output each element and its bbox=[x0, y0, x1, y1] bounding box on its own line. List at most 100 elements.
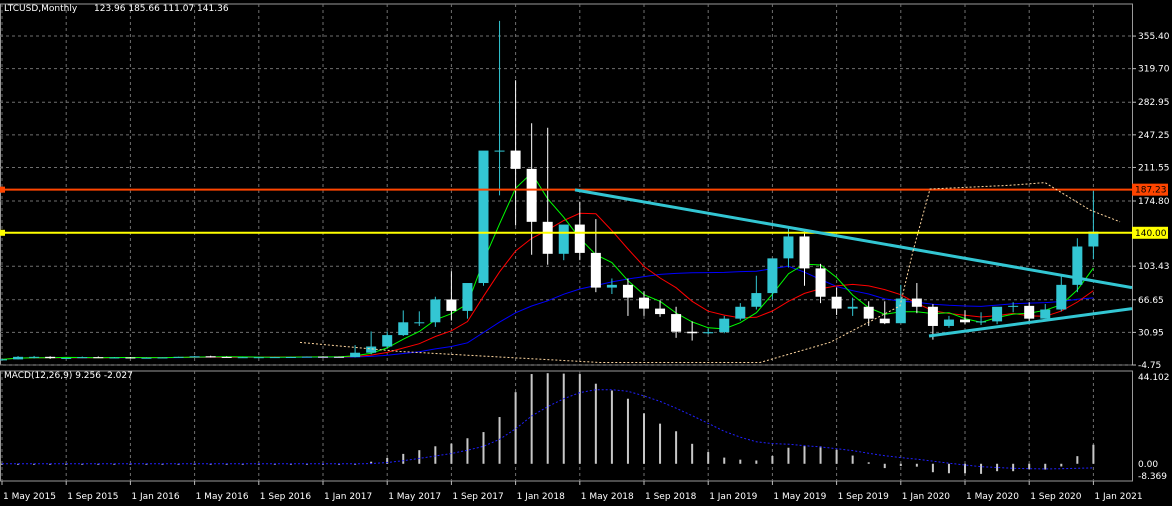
time-axis-label: 1 Jan 2021 bbox=[1094, 492, 1142, 502]
time-axis-label: 1 May 2019 bbox=[773, 492, 826, 502]
candle-body bbox=[590, 252, 601, 288]
candle-body bbox=[847, 306, 858, 309]
candle-body bbox=[831, 296, 842, 309]
trading-chart[interactable]: 187.23 140.00 355.40 319.70 282.95 247.25 211… bbox=[0, 0, 1172, 506]
candle-body bbox=[687, 331, 698, 334]
price-axis-label: 103.43 bbox=[1138, 262, 1170, 272]
candle-body bbox=[703, 332, 714, 334]
candle-body bbox=[655, 308, 666, 315]
macd-axis-label: -8.369 bbox=[1138, 472, 1167, 482]
candle-body bbox=[976, 321, 987, 323]
macd-bar bbox=[883, 463, 886, 469]
candle-body bbox=[927, 306, 938, 326]
macd-bar bbox=[1060, 463, 1063, 467]
candle-body bbox=[446, 299, 457, 311]
time-axis-label: 1 May 2015 bbox=[3, 492, 56, 502]
macd-bar bbox=[707, 452, 710, 464]
candle-body bbox=[992, 306, 1003, 322]
macd-axis-label: 0.00 bbox=[1138, 460, 1158, 470]
time-axis-label: 1 Sep 2017 bbox=[452, 492, 503, 502]
price-marker-label: 187.23 bbox=[1135, 186, 1167, 196]
candle-body bbox=[398, 322, 409, 336]
macd-bar bbox=[626, 398, 629, 464]
macd-bar bbox=[1076, 456, 1079, 464]
candle-body bbox=[237, 357, 248, 359]
candle-body bbox=[334, 356, 345, 358]
candle-body bbox=[13, 356, 24, 360]
chart-background bbox=[0, 0, 1172, 506]
time-axis-label: 1 Jan 2016 bbox=[131, 492, 179, 502]
candle-body bbox=[960, 319, 970, 323]
candle-body bbox=[382, 335, 393, 347]
candle-body bbox=[622, 284, 633, 298]
time-axis-label: 1 May 2018 bbox=[581, 492, 634, 502]
level-handle bbox=[0, 186, 5, 193]
macd-bar bbox=[755, 460, 758, 464]
candle-body bbox=[1040, 309, 1051, 319]
level-handle bbox=[0, 229, 5, 236]
macd-bar bbox=[530, 374, 533, 464]
candle-body bbox=[478, 150, 489, 284]
candle bbox=[478, 150, 489, 286]
candle-body bbox=[77, 357, 88, 359]
macd-bar bbox=[498, 417, 501, 464]
time-axis-label: 1 May 2016 bbox=[196, 492, 249, 502]
macd-bar bbox=[578, 374, 581, 464]
macd-bar bbox=[594, 383, 597, 464]
macd-bar bbox=[562, 373, 565, 464]
macd-bar bbox=[915, 463, 918, 467]
time-axis-label: 1 Sep 2018 bbox=[645, 492, 697, 502]
time-axis-label: 1 Sep 2020 bbox=[1030, 492, 1082, 502]
candle-body bbox=[911, 298, 922, 307]
candle-body bbox=[863, 306, 874, 319]
macd-bar bbox=[867, 462, 870, 464]
candle-body bbox=[606, 284, 617, 288]
candle-body bbox=[285, 357, 296, 359]
candle-body bbox=[173, 356, 184, 358]
candle-body bbox=[1024, 305, 1035, 319]
candle-body bbox=[253, 357, 264, 359]
macd-bar bbox=[771, 455, 774, 464]
time-axis-label: 1 Jan 2020 bbox=[902, 492, 950, 502]
time-axis-label: 1 Sep 2016 bbox=[260, 492, 312, 502]
macd-bar bbox=[691, 443, 694, 464]
candle-body bbox=[462, 283, 473, 311]
candle-body bbox=[542, 221, 553, 254]
macd-bar bbox=[851, 455, 854, 464]
time-axis-label: 1 May 2017 bbox=[388, 492, 441, 502]
macd-bar bbox=[659, 423, 662, 464]
candle-body bbox=[526, 168, 537, 222]
candle-body bbox=[414, 322, 425, 324]
macd-bar bbox=[466, 438, 469, 464]
time-axis-label: 1 Jan 2017 bbox=[324, 492, 372, 502]
macd-bar bbox=[980, 463, 983, 474]
candle-body bbox=[366, 346, 377, 353]
candle-body bbox=[799, 236, 810, 269]
candle-body bbox=[558, 224, 569, 254]
candle-body bbox=[879, 318, 890, 324]
candle-body bbox=[943, 319, 954, 326]
time-axis-label: 1 May 2020 bbox=[966, 492, 1019, 502]
price-axis-label: 319.70 bbox=[1138, 65, 1170, 75]
macd-bar bbox=[402, 453, 405, 464]
candle-body bbox=[205, 356, 216, 358]
macd-bar bbox=[610, 390, 613, 464]
price-axis-label: 355.40 bbox=[1138, 32, 1170, 42]
macd-bar bbox=[996, 463, 999, 472]
symbol-label: LTCUSD,Monthly bbox=[4, 4, 78, 14]
time-axis-label: 1 Jan 2019 bbox=[709, 492, 757, 502]
candle-body bbox=[0, 359, 7, 361]
candle-body bbox=[815, 268, 826, 297]
candle-body bbox=[510, 150, 521, 169]
macd-bar bbox=[1044, 463, 1047, 470]
candle-body bbox=[109, 357, 120, 359]
macd-bar bbox=[434, 446, 437, 464]
candle-body bbox=[719, 318, 730, 333]
candle-body bbox=[61, 357, 72, 359]
candle-body bbox=[574, 224, 585, 253]
macd-bar bbox=[819, 446, 822, 464]
candle-body bbox=[269, 357, 280, 359]
macd-bar bbox=[835, 449, 838, 464]
candle bbox=[157, 357, 168, 359]
macd-bar bbox=[947, 463, 950, 474]
